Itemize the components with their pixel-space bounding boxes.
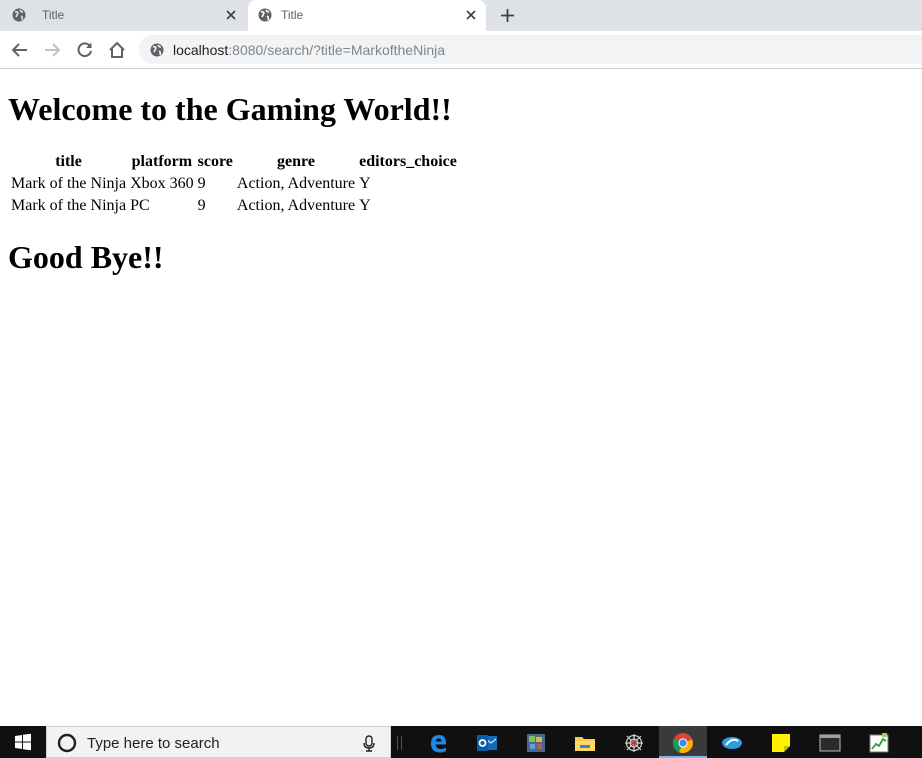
tab-2[interactable]: Title (248, 0, 486, 31)
tab-title: Title (42, 8, 65, 22)
table-row: Mark of the Ninja Xbox 360 9 Action, Adv… (10, 174, 458, 194)
close-tab-icon[interactable] (224, 8, 238, 22)
new-tab-icon[interactable] (499, 7, 516, 24)
cell-platform: PC (130, 197, 150, 214)
globe-icon (12, 8, 26, 22)
forward-icon[interactable] (42, 40, 62, 60)
sticky-notes-icon (772, 734, 790, 752)
column-header-editors-choice: editors_choice (359, 153, 457, 170)
tab-1[interactable]: Title (0, 0, 246, 31)
taskbar-app-file-explorer[interactable] (561, 726, 609, 758)
cell-score: 9 (197, 197, 206, 214)
outlook-icon (477, 735, 497, 751)
page-content: Welcome to the Gaming World!! title plat… (0, 69, 922, 726)
microphone-icon[interactable] (362, 735, 376, 752)
cell-platform: Xbox 360 (130, 175, 194, 192)
games-table: title platform score genre editors_choic… (8, 150, 460, 218)
cell-editors-choice: Y (359, 197, 371, 214)
back-icon[interactable] (10, 40, 30, 60)
photos-icon (527, 734, 545, 752)
url-host: localhost (173, 42, 229, 58)
windows-start-icon[interactable] (0, 726, 46, 758)
taskbar-search[interactable]: Type here to search (46, 726, 391, 758)
remote-icon (722, 737, 742, 749)
table-row: Mark of the Ninja PC 9 Action, Adventure… (10, 196, 458, 216)
address-bar[interactable]: localhost:8080/search/?title=MarkoftheNi… (139, 35, 922, 64)
taskbar-app-edge[interactable] (414, 726, 462, 758)
task-manager-icon (869, 733, 889, 753)
edge-icon (431, 735, 446, 753)
home-icon[interactable] (107, 40, 127, 60)
browser-toolbar: localhost:8080/search/?title=MarkoftheNi… (0, 31, 922, 69)
footer-heading: Good Bye!! (8, 239, 164, 275)
taskbar-app-chrome[interactable] (659, 726, 707, 758)
column-header-genre: genre (277, 153, 315, 170)
taskbar-app-photos[interactable] (512, 726, 560, 758)
terminal-icon (819, 734, 841, 752)
url-text[interactable]: localhost:8080/search/?title=MarkoftheNi… (173, 42, 445, 58)
taskbar: Type here to search (0, 726, 922, 758)
taskbar-app-spider[interactable] (610, 726, 658, 758)
globe-icon (258, 8, 272, 22)
column-header-title: title (55, 153, 82, 170)
taskbar-app-remote[interactable] (708, 726, 756, 758)
spider-icon (625, 734, 643, 752)
taskbar-app-outlook[interactable] (463, 726, 511, 758)
file-explorer-icon (575, 737, 595, 751)
search-placeholder: Type here to search (87, 735, 220, 752)
taskbar-divider (401, 736, 402, 750)
table-header-row: title platform score genre editors_choic… (10, 152, 458, 172)
cell-score: 9 (197, 175, 206, 192)
taskbar-divider (397, 736, 398, 750)
cell-title: Mark of the Ninja (11, 197, 127, 214)
taskbar-app-task-manager[interactable] (855, 726, 903, 758)
cell-editors-choice: Y (359, 175, 371, 192)
url-path: :8080/search/?title=MarkoftheNinja (228, 42, 445, 58)
column-header-score: score (197, 153, 233, 170)
cortana-icon (57, 733, 77, 753)
page-title: Welcome to the Gaming World!! (8, 91, 452, 127)
tab-strip: Title Title (0, 0, 922, 31)
cell-title: Mark of the Ninja (11, 175, 127, 192)
column-header-platform: platform (131, 153, 193, 170)
taskbar-app-terminal[interactable] (806, 726, 854, 758)
cell-genre: Action, Adventure (236, 175, 356, 192)
tab-title: Title (281, 8, 304, 22)
reload-icon[interactable] (75, 40, 95, 60)
cell-genre: Action, Adventure (236, 197, 356, 214)
taskbar-app-sticky-notes[interactable] (757, 726, 805, 758)
site-info-icon[interactable] (150, 43, 164, 57)
close-tab-icon[interactable] (464, 8, 478, 22)
chrome-icon (672, 733, 693, 753)
